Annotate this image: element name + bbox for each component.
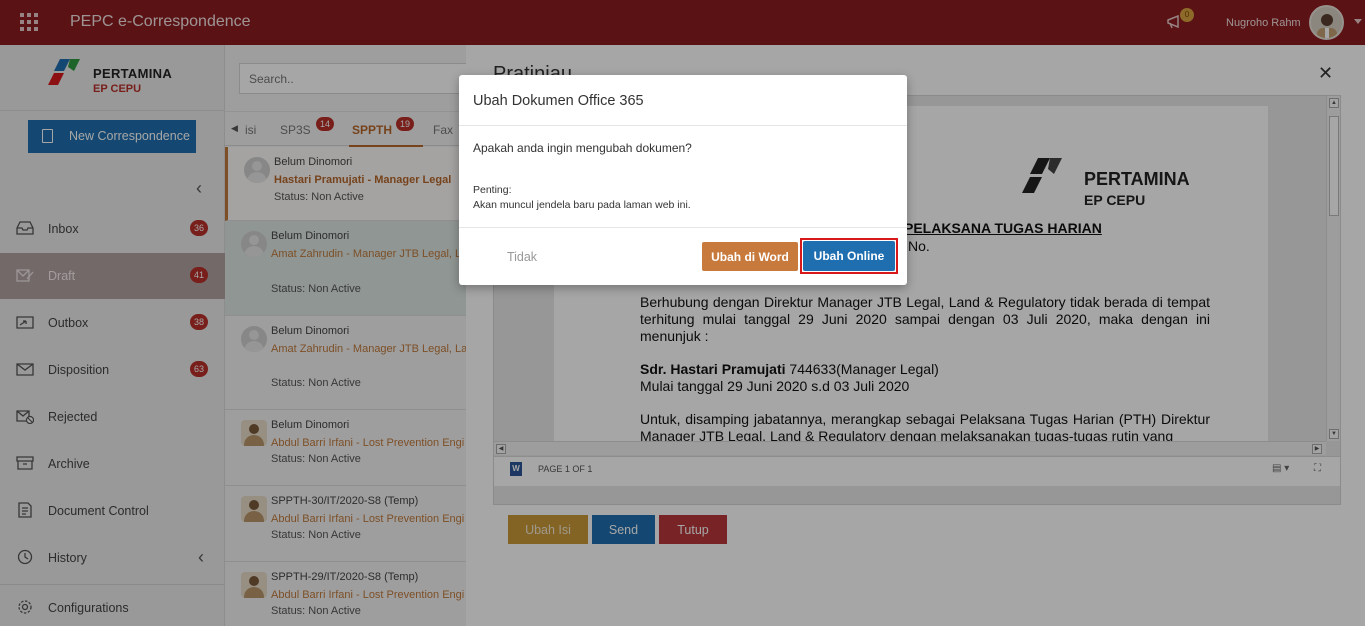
no-button[interactable]: Tidak	[487, 242, 557, 271]
dialog-note-text: Akan muncul jendela baru pada laman web …	[473, 199, 691, 211]
dialog-divider	[459, 227, 907, 228]
edit-online-button[interactable]: Ubah Online	[803, 241, 895, 271]
dialog-title: Ubah Dokumen Office 365	[473, 93, 644, 109]
edit-office365-dialog: Ubah Dokumen Office 365 Apakah anda ingi…	[459, 75, 907, 285]
dialog-note-label: Penting:	[473, 184, 512, 196]
edit-in-word-button[interactable]: Ubah di Word	[702, 242, 798, 271]
dialog-question: Apakah anda ingin mengubah dokumen?	[473, 141, 692, 155]
dialog-divider	[459, 125, 907, 126]
